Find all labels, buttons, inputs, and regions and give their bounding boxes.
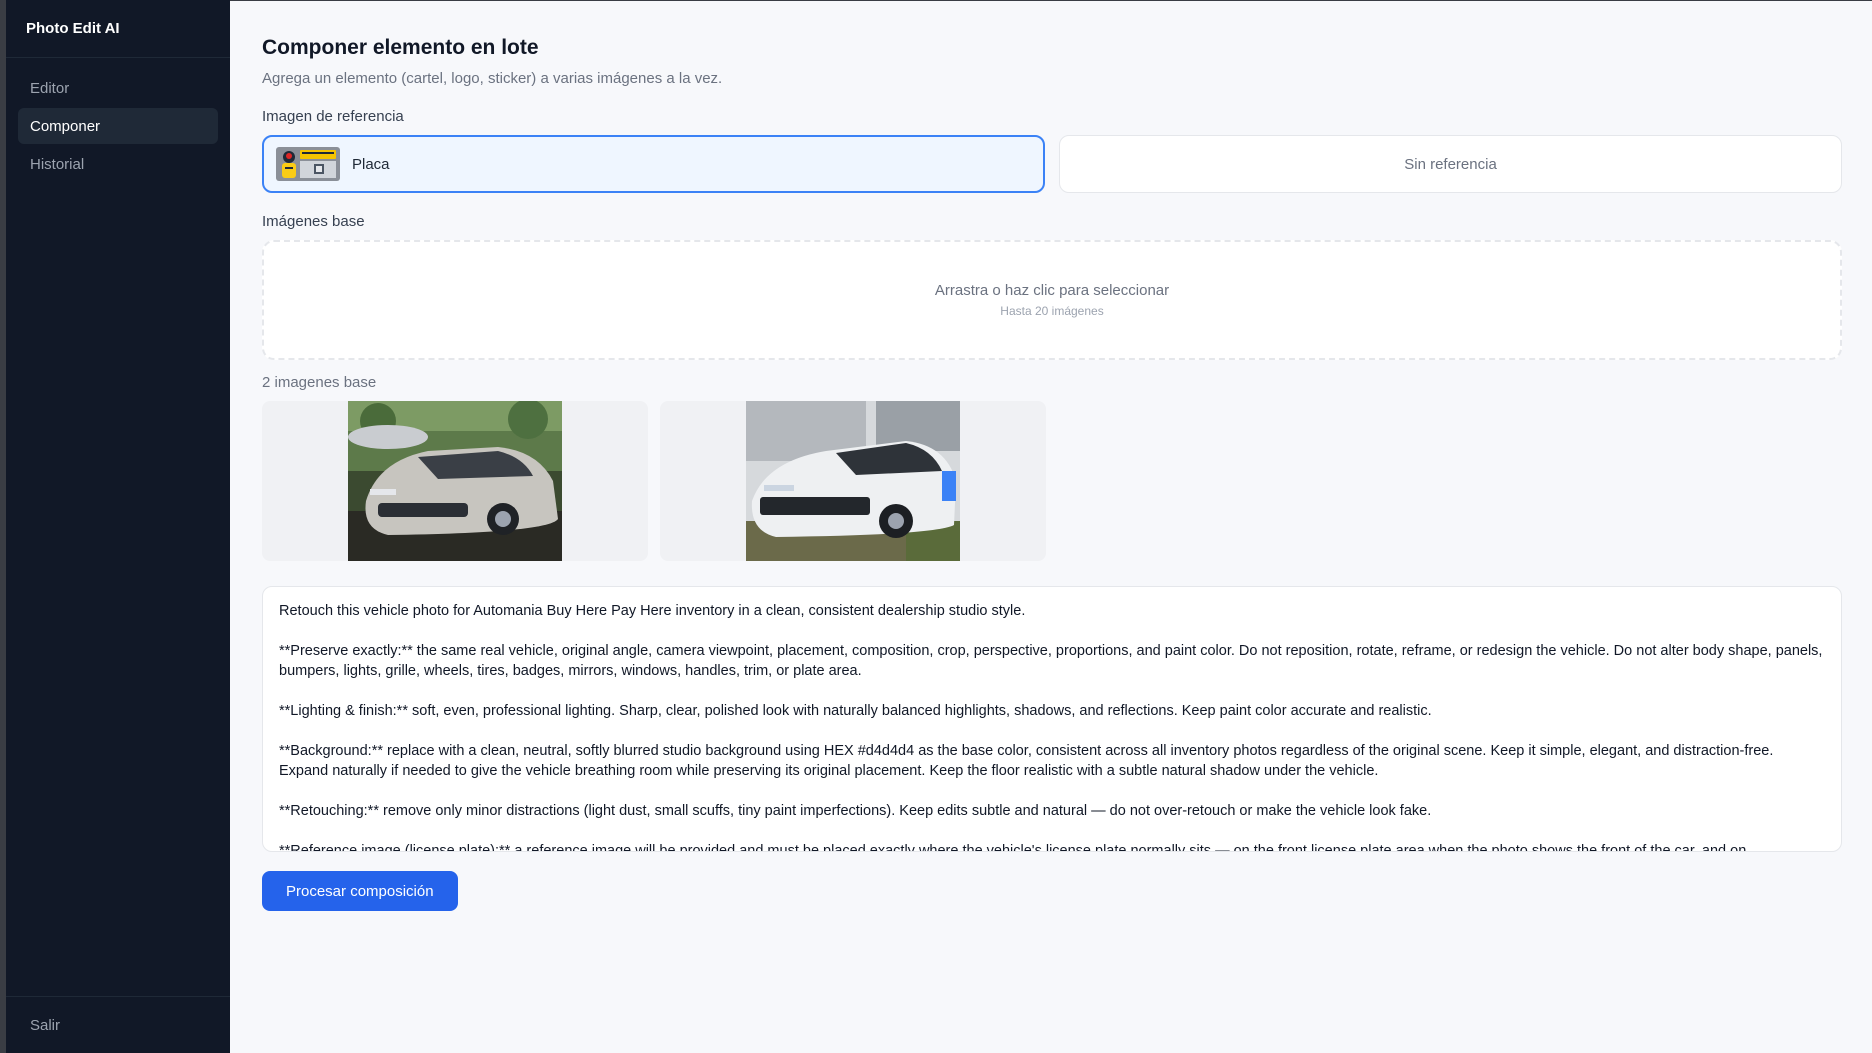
sidebar: Photo Edit AI Editor Componer Historial … [6, 0, 230, 1053]
base-image-card[interactable] [660, 401, 1046, 561]
reference-option-label: Placa [352, 155, 390, 173]
prompt-paragraph: Retouch this vehicle photo for Automania… [279, 603, 1026, 619]
sidebar-nav: Editor Componer Historial [6, 58, 230, 182]
page-subtitle: Agrega un elemento (cartel, logo, sticke… [262, 70, 723, 87]
base-images-label: Imágenes base [262, 213, 365, 230]
prompt-paragraph: **Lighting & finish:** soft, even, profe… [279, 703, 1432, 719]
prompt-paragraph: **Retouching:** remove only minor distra… [279, 803, 1432, 819]
base-images-list [262, 401, 1842, 561]
prompt-paragraph: **Preserve exactly:** the same real vehi… [279, 643, 1823, 679]
base-images-count: 2 imagenes base [262, 374, 377, 391]
white-muscle-car-photo-icon [746, 401, 960, 561]
reference-option-placa[interactable]: Placa [262, 135, 1046, 193]
prompt-paragraph: **Reference image (license plate):** a r… [279, 843, 1747, 852]
page-title: Componer elemento en lote [262, 36, 539, 59]
process-composition-button[interactable]: Procesar composición [262, 871, 458, 911]
base-image-card[interactable] [262, 401, 648, 561]
prompt-paragraph: **Background:** replace with a clean, ne… [279, 743, 1774, 779]
silver-sedan-photo-icon [348, 401, 562, 561]
sidebar-item-editor[interactable]: Editor [18, 70, 218, 106]
dropzone-text: Arrastra o haz clic para seleccionar [934, 282, 1170, 299]
dropzone-hint: Hasta 20 imágenes [1000, 304, 1104, 318]
app-title: Photo Edit AI [6, 0, 230, 58]
reference-options: Placa Sin referencia [262, 135, 1842, 193]
logout-link[interactable]: Salir [6, 996, 230, 1053]
base-images-dropzone[interactable]: Arrastra o haz clic para seleccionar Has… [262, 240, 1842, 360]
reference-label: Imagen de referencia [262, 108, 404, 125]
main-content: Componer elemento en lote Agrega un elem… [262, 36, 1842, 911]
sidebar-item-historial[interactable]: Historial [18, 146, 218, 182]
license-plate-icon [276, 147, 340, 181]
prompt-textarea[interactable]: Retouch this vehicle photo for Automania… [262, 586, 1842, 852]
reference-option-none[interactable]: Sin referencia [1059, 135, 1842, 193]
sidebar-item-componer[interactable]: Componer [18, 108, 218, 144]
window-frame-top [0, 0, 1872, 1]
